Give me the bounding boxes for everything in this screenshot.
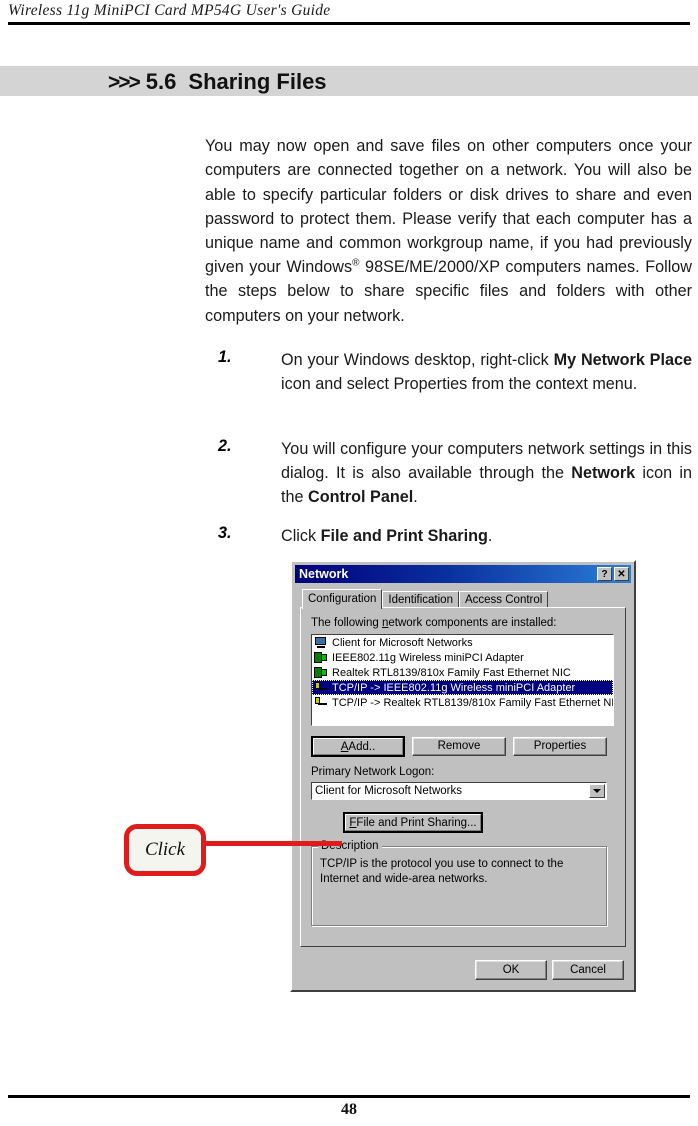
cancel-button[interactable]: Cancel <box>552 960 624 980</box>
help-icon[interactable]: ? <box>597 567 612 581</box>
step-number-3: 3. <box>218 524 232 542</box>
list-item[interactable]: Client for Microsoft Networks <box>312 635 613 650</box>
list-item-label: TCP/IP -> IEEE802.11g Wireless miniPCI A… <box>332 681 576 694</box>
step-2-text-c: . <box>413 488 418 507</box>
step-3-text-b: . <box>487 527 493 545</box>
network-components-list[interactable]: Client for Microsoft Networks IEEE802.11… <box>311 634 614 726</box>
step-item-2: 2. You will configure your computers net… <box>205 437 692 510</box>
add-button-label: Add.. <box>348 741 376 753</box>
file-and-print-sharing-button[interactable]: FFile and Print Sharing... <box>343 812 483 833</box>
page-number: 48 <box>341 1101 357 1118</box>
intro-paragraph: You may now open and save files on other… <box>205 134 692 328</box>
step-text-2: You will configure your computers networ… <box>281 437 692 510</box>
ok-button[interactable]: OK <box>475 960 547 980</box>
step-2-bold-b: Control Panel <box>308 488 414 507</box>
properties-button-label: Properties <box>533 740 587 752</box>
list-item-label: IEEE802.11g Wireless miniPCI Adapter <box>332 651 524 664</box>
step-3-bold-a: File and Print Sharing <box>320 527 488 545</box>
dialog-tab-strip: Configuration Identification Access Cont… <box>302 589 549 609</box>
file-and-print-sharing-label: File and Print Sharing... <box>356 817 477 829</box>
components-label-pre: The following <box>311 617 382 629</box>
primary-logon-label: Primary Network Logon: <box>311 766 435 778</box>
protocol-icon <box>314 681 328 694</box>
click-callout-label: Click <box>144 839 186 860</box>
network-card-icon <box>314 651 328 664</box>
click-callout-badge: Click <box>124 824 206 876</box>
monitor-icon <box>314 636 328 649</box>
callout-pointer-line <box>196 841 342 846</box>
list-item[interactable]: IEEE802.11g Wireless miniPCI Adapter <box>312 650 613 665</box>
footer-divider <box>8 1095 690 1098</box>
add-button[interactable]: AAdd.. <box>311 736 405 757</box>
list-item-selected[interactable]: TCP/IP -> IEEE802.11g Wireless miniPCI A… <box>312 680 613 695</box>
components-label-post: etwork components are installed: <box>388 617 557 629</box>
tab-identification[interactable]: Identification <box>382 591 459 608</box>
intro-text-part1: You may now open and save files on other… <box>205 137 692 277</box>
chevron-down-icon[interactable] <box>589 784 605 798</box>
primary-logon-value: Client for Microsoft Networks <box>315 785 462 797</box>
tab-configuration[interactable]: Configuration <box>302 589 383 609</box>
step-text-3: Click File and Print Sharing. <box>281 524 692 548</box>
components-installed-label: The following network components are ins… <box>311 617 557 629</box>
properties-button[interactable]: Properties <box>513 737 607 756</box>
primary-logon-select[interactable]: Client for Microsoft Networks <box>311 782 607 800</box>
configuration-tab-panel: The following network components are ins… <box>300 607 626 947</box>
step-1-text-a: On your Windows desktop, right-click <box>281 351 554 369</box>
section-heading-band: >>> 5.6 Sharing Files <box>0 66 698 96</box>
remove-button[interactable]: Remove <box>412 737 506 756</box>
dialog-titlebar: Network ? ✕ <box>295 565 631 583</box>
step-1-bold-a: My Network Place <box>553 351 692 369</box>
list-item[interactable]: Realtek RTL8139/810x Family Fast Etherne… <box>312 665 613 680</box>
close-icon[interactable]: ✕ <box>614 567 629 581</box>
network-card-icon <box>314 666 328 679</box>
protocol-icon <box>314 696 328 709</box>
dialog-title: Network <box>299 567 349 581</box>
running-header: Wireless 11g MiniPCI Card MP54G User's G… <box>8 2 690 20</box>
remove-button-label: Remove <box>437 740 481 752</box>
list-item-label: TCP/IP -> Realtek RTL8139/810x Family Fa… <box>332 696 614 709</box>
step-text-1: On your Windows desktop, right-click My … <box>281 348 692 396</box>
description-groupbox: Description TCP/IP is the protocol you u… <box>311 840 607 926</box>
ok-button-label: OK <box>502 964 520 976</box>
tab-access-control[interactable]: Access Control <box>458 591 549 608</box>
header-divider <box>8 22 690 25</box>
list-item[interactable]: TCP/IP -> Realtek RTL8139/810x Family Fa… <box>312 695 613 710</box>
step-number-1: 1. <box>218 348 232 366</box>
list-item-label: Client for Microsoft Networks <box>332 636 473 649</box>
step-item-3: 3. Click File and Print Sharing. <box>205 524 692 548</box>
step-2-bold-a: Network <box>571 464 636 483</box>
list-item-label: Realtek RTL8139/810x Family Fast Etherne… <box>332 666 571 679</box>
section-title: Sharing Files <box>188 69 327 94</box>
network-dialog: Network ? ✕ Configuration Identification… <box>290 560 636 992</box>
running-header-text: Wireless 11g MiniPCI Card MP54G User's G… <box>8 2 331 19</box>
section-number: 5.6 <box>145 69 177 94</box>
description-text: TCP/IP is the protocol you use to connec… <box>320 858 564 885</box>
step-1-text-b: icon and select Properties from the cont… <box>281 375 638 394</box>
step-item-1: 1. On your Windows desktop, right-click … <box>205 348 692 396</box>
step-number-2: 2. <box>218 437 232 455</box>
step-3-text-a: Click <box>281 527 321 545</box>
cancel-button-label: Cancel <box>570 964 606 976</box>
chevron-marker-icon: >>> <box>108 71 141 94</box>
